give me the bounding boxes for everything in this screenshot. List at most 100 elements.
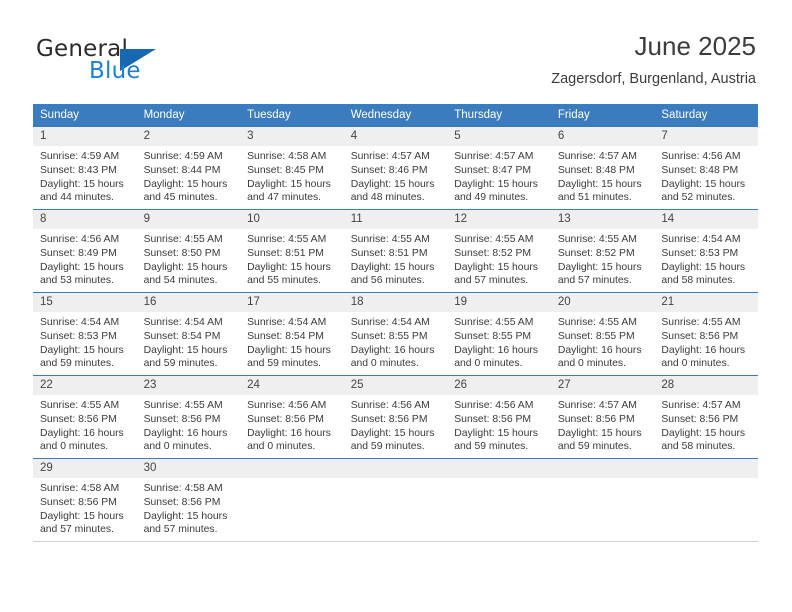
calendar-day-cell[interactable]: 10 Sunrise: 4:55 AM Sunset: 8:51 PM Dayligh… — [240, 209, 344, 293]
calendar-day-cell[interactable]: 27 Sunrise: 4:57 AM Sunset: 8:56 PM Dayligh… — [550, 375, 655, 459]
day-number: 4 — [343, 127, 448, 146]
logo-text-blue: Blue — [89, 58, 141, 84]
calendar-day-cell[interactable]: 21 Sunrise: 4:55 AM Sunset: 8:56 PM Dayligh… — [654, 292, 758, 376]
sunrise-text: Sunrise: 4:55 AM — [454, 234, 534, 245]
day-details: Sunrise: 4:54 AM Sunset: 8:53 PM Daylight:… — [654, 229, 758, 288]
general-blue-logo[interactable]: General Blue — [36, 36, 216, 88]
day-details: Sunrise: 4:54 AM Sunset: 8:55 PM Daylight:… — [344, 312, 448, 371]
calendar-day-cell[interactable]: 19 Sunrise: 4:55 AM Sunset: 8:55 PM Dayligh… — [447, 292, 551, 376]
sunset-text: Sunset: 8:55 PM — [454, 330, 532, 342]
calendar-day-cell-empty — [550, 458, 655, 542]
sunset-text: Sunset: 8:44 PM — [143, 164, 221, 176]
sunset-text: Sunset: 8:56 PM — [661, 413, 739, 425]
sunrise-text: Sunrise: 4:54 AM — [661, 234, 741, 245]
calendar-day-cell[interactable]: 8 Sunrise: 4:56 AM Sunset: 8:49 PM Daylight… — [33, 209, 137, 293]
calendar-day-cell[interactable]: 3 Sunrise: 4:58 AM Sunset: 8:45 PM Daylight… — [240, 126, 344, 210]
calendar-week-row: 29 Sunrise: 4:58 AM Sunset: 8:56 PM Dayligh… — [33, 458, 758, 542]
calendar-day-cell[interactable]: 6 Sunrise: 4:57 AM Sunset: 8:48 PM Daylight… — [550, 126, 655, 210]
day-number — [654, 459, 758, 478]
daylight-text-line1: Daylight: 16 hours — [557, 344, 642, 356]
sunset-text: Sunset: 8:56 PM — [143, 496, 221, 508]
sunrise-text: Sunrise: 4:58 AM — [143, 483, 223, 494]
calendar-day-cell[interactable]: 14 Sunrise: 4:54 AM Sunset: 8:53 PM Dayligh… — [654, 209, 758, 293]
calendar-day-cell[interactable]: 15 Sunrise: 4:54 AM Sunset: 8:53 PM Dayligh… — [33, 292, 137, 376]
sunrise-text: Sunrise: 4:55 AM — [454, 317, 534, 328]
calendar-day-cell[interactable]: 28 Sunrise: 4:57 AM Sunset: 8:56 PM Dayligh… — [654, 375, 758, 459]
calendar-day-cell[interactable]: 7 Sunrise: 4:56 AM Sunset: 8:48 PM Daylight… — [654, 126, 758, 210]
day-details: Sunrise: 4:58 AM Sunset: 8:45 PM Daylight:… — [240, 146, 344, 205]
sunrise-text: Sunrise: 4:54 AM — [350, 317, 430, 328]
calendar-day-cell[interactable]: 23 Sunrise: 4:55 AM Sunset: 8:56 PM Dayligh… — [136, 375, 241, 459]
day-details: Sunrise: 4:59 AM Sunset: 8:44 PM Daylight:… — [137, 146, 241, 205]
day-number: 22 — [33, 376, 137, 395]
calendar-day-cell[interactable]: 2 Sunrise: 4:59 AM Sunset: 8:44 PM Daylight… — [136, 126, 241, 210]
calendar-day-cell[interactable]: 29 Sunrise: 4:58 AM Sunset: 8:56 PM Dayligh… — [33, 458, 137, 542]
daylight-text-line2: and 57 minutes. — [557, 275, 632, 287]
day-number: 12 — [447, 210, 551, 229]
calendar-day-cell[interactable]: 22 Sunrise: 4:55 AM Sunset: 8:56 PM Dayligh… — [33, 375, 137, 459]
calendar-day-cell[interactable]: 26 Sunrise: 4:56 AM Sunset: 8:56 PM Dayligh… — [447, 375, 551, 459]
daylight-text-line2: and 0 minutes. — [350, 358, 419, 370]
weekday-header-friday: Friday — [550, 104, 655, 127]
daylight-text-line1: Daylight: 15 hours — [350, 427, 435, 439]
calendar-page: General Blue June 2025 Zagersdorf, Burge… — [0, 0, 792, 612]
calendar-day-cell[interactable]: 16 Sunrise: 4:54 AM Sunset: 8:54 PM Dayligh… — [136, 292, 241, 376]
calendar-day-cell[interactable]: 30 Sunrise: 4:58 AM Sunset: 8:56 PM Dayligh… — [136, 458, 241, 542]
day-details: Sunrise: 4:56 AM Sunset: 8:56 PM Daylight:… — [447, 395, 551, 454]
sunrise-text: Sunrise: 4:55 AM — [247, 234, 327, 245]
sunrise-text: Sunrise: 4:58 AM — [40, 483, 120, 494]
sunrise-text: Sunrise: 4:55 AM — [557, 234, 637, 245]
calendar-day-cell-empty — [447, 458, 551, 542]
sunrise-text: Sunrise: 4:57 AM — [350, 151, 430, 162]
calendar-day-cell[interactable]: 1 Sunrise: 4:59 AM Sunset: 8:43 PM Daylight… — [33, 126, 137, 210]
daylight-text-line1: Daylight: 16 hours — [143, 427, 228, 439]
calendar-day-cell[interactable]: 25 Sunrise: 4:56 AM Sunset: 8:56 PM Dayligh… — [343, 375, 448, 459]
day-number: 1 — [33, 127, 137, 146]
daylight-text-line1: Daylight: 15 hours — [143, 344, 228, 356]
day-number — [343, 459, 448, 478]
calendar-week-row: 15 Sunrise: 4:54 AM Sunset: 8:53 PM Dayligh… — [33, 292, 758, 376]
sunrise-text: Sunrise: 4:57 AM — [557, 400, 637, 411]
day-number: 23 — [136, 376, 241, 395]
sunset-text: Sunset: 8:48 PM — [557, 164, 635, 176]
sunset-text: Sunset: 8:46 PM — [350, 164, 428, 176]
day-number: 29 — [33, 459, 137, 478]
day-details: Sunrise: 4:57 AM Sunset: 8:56 PM Daylight:… — [654, 395, 758, 454]
daylight-text-line2: and 0 minutes. — [557, 358, 626, 370]
calendar-day-cell[interactable]: 20 Sunrise: 4:55 AM Sunset: 8:55 PM Dayligh… — [550, 292, 655, 376]
day-details: Sunrise: 4:57 AM Sunset: 8:48 PM Daylight:… — [551, 146, 655, 205]
day-details: Sunrise: 4:54 AM Sunset: 8:54 PM Daylight:… — [240, 312, 344, 371]
page-subtitle: Zagersdorf, Burgenland, Austria — [551, 71, 756, 87]
day-details: Sunrise: 4:57 AM Sunset: 8:47 PM Daylight:… — [447, 146, 551, 205]
day-details: Sunrise: 4:57 AM Sunset: 8:56 PM Daylight:… — [551, 395, 655, 454]
daylight-text-line1: Daylight: 16 hours — [40, 427, 124, 439]
calendar-day-cell[interactable]: 18 Sunrise: 4:54 AM Sunset: 8:55 PM Dayligh… — [343, 292, 448, 376]
daylight-text-line1: Daylight: 15 hours — [661, 427, 746, 439]
sunrise-text: Sunrise: 4:55 AM — [557, 317, 637, 328]
sunset-text: Sunset: 8:47 PM — [454, 164, 532, 176]
sunset-text: Sunset: 8:43 PM — [40, 164, 117, 176]
calendar-day-cell[interactable]: 17 Sunrise: 4:54 AM Sunset: 8:54 PM Dayligh… — [240, 292, 344, 376]
calendar-day-cell[interactable]: 11 Sunrise: 4:55 AM Sunset: 8:51 PM Dayligh… — [343, 209, 448, 293]
calendar-day-cell[interactable]: 9 Sunrise: 4:55 AM Sunset: 8:50 PM Daylight… — [136, 209, 241, 293]
calendar-day-cell[interactable]: 13 Sunrise: 4:55 AM Sunset: 8:52 PM Dayligh… — [550, 209, 655, 293]
sunset-text: Sunset: 8:56 PM — [40, 496, 117, 508]
title-block: June 2025 Zagersdorf, Burgenland, Austri… — [551, 30, 756, 88]
daylight-text-line2: and 58 minutes. — [661, 275, 736, 287]
calendar-day-cell[interactable]: 5 Sunrise: 4:57 AM Sunset: 8:47 PM Daylight… — [447, 126, 551, 210]
sunrise-text: Sunrise: 4:55 AM — [661, 317, 741, 328]
day-number: 20 — [550, 293, 655, 312]
sunrise-text: Sunrise: 4:57 AM — [661, 400, 741, 411]
page-header: General Blue June 2025 Zagersdorf, Burge… — [0, 0, 792, 96]
daylight-text-line2: and 48 minutes. — [350, 192, 425, 204]
daylight-text-line2: and 59 minutes. — [454, 441, 529, 453]
day-number: 19 — [447, 293, 551, 312]
daylight-text-line2: and 58 minutes. — [661, 441, 736, 453]
calendar-day-cell[interactable]: 24 Sunrise: 4:56 AM Sunset: 8:56 PM Dayligh… — [240, 375, 344, 459]
sunset-text: Sunset: 8:56 PM — [40, 413, 117, 425]
calendar-day-cell[interactable]: 4 Sunrise: 4:57 AM Sunset: 8:46 PM Daylight… — [343, 126, 448, 210]
day-number: 21 — [654, 293, 758, 312]
day-details: Sunrise: 4:55 AM Sunset: 8:51 PM Daylight:… — [240, 229, 344, 288]
daylight-text-line1: Daylight: 16 hours — [454, 344, 538, 356]
calendar-day-cell[interactable]: 12 Sunrise: 4:55 AM Sunset: 8:52 PM Dayligh… — [447, 209, 551, 293]
